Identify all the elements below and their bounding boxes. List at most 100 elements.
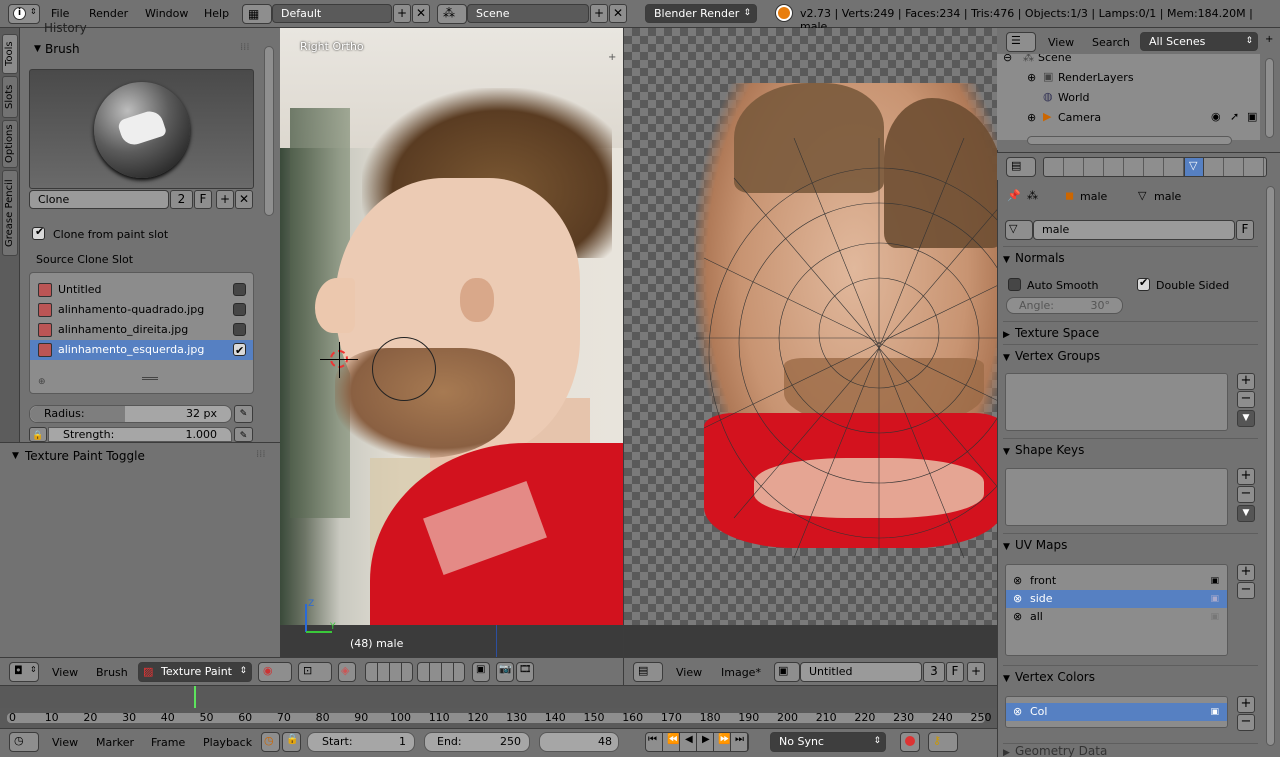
jump-start-icon[interactable]: ⏮ <box>648 734 657 745</box>
shape-keys-panel-header[interactable]: ▼ Shape Keys <box>1003 438 1258 460</box>
play-reverse-icon[interactable]: ◀ <box>685 734 693 745</box>
properties-scrollbar[interactable] <box>1266 186 1275 746</box>
uv-map-remove-button[interactable]: − <box>1237 582 1255 599</box>
pressure-radius-icon[interactable]: ✎ <box>234 405 253 423</box>
expand-icon[interactable]: ⊕ <box>1027 111 1036 124</box>
render-camera-icon[interactable]: ▣ <box>1247 110 1257 123</box>
outliner-filter-select[interactable]: All Scenes ⇕ <box>1140 32 1258 51</box>
scene-name-field[interactable]: Scene <box>467 4 589 23</box>
shape-key-menu-button[interactable]: ▼ <box>1237 505 1255 522</box>
auto-keying-button[interactable] <box>900 732 920 752</box>
lock-camera-button[interactable]: ▣ <box>472 662 490 682</box>
image-users-count[interactable]: 3 <box>923 662 945 682</box>
list-item-selected[interactable]: ⊗ side ▣ <box>1006 590 1227 608</box>
strength-slider[interactable]: Strength: 1.000 <box>48 427 232 442</box>
tree-item-scene[interactable]: Scene <box>1038 54 1072 64</box>
menu-brush[interactable]: Brush <box>96 666 128 679</box>
angle-slider[interactable]: Angle: 30° <box>1006 297 1123 314</box>
tab-tools[interactable]: Tools <box>2 34 18 74</box>
render-camera-icon[interactable]: ▣ <box>1210 572 1219 590</box>
list-item[interactable]: alinhamento-quadrado.jpg <box>30 300 253 320</box>
slot-checkbox[interactable] <box>233 303 246 316</box>
vertex-colors-panel-header[interactable]: ▼ Vertex Colors <box>1003 665 1258 687</box>
list-item[interactable]: Untitled <box>30 280 253 300</box>
render-opengl-button[interactable]: 📷 <box>496 662 514 682</box>
mode-select[interactable]: ▨ Texture Paint ⇕ <box>138 662 252 682</box>
play-icon[interactable]: ▶ <box>702 734 710 745</box>
slot-checkbox[interactable]: ✔ <box>233 343 246 357</box>
brush-users-count[interactable]: 2 <box>170 190 193 209</box>
jump-end-icon[interactable]: ⏭ <box>735 734 744 745</box>
sync-mode-select[interactable]: No Sync ⇕ <box>770 732 886 752</box>
texture-paint-toggle-header[interactable]: Texture Paint Toggle <box>25 449 145 463</box>
image-browse-button[interactable]: ▣ <box>774 662 800 682</box>
properties-context-tabs[interactable] <box>1043 157 1267 177</box>
shape-key-add-button[interactable]: + <box>1237 468 1255 485</box>
history-panel-header[interactable]: History <box>44 21 87 35</box>
image-add-button[interactable]: + <box>967 662 985 682</box>
texture-space-panel-header[interactable]: ▶ Texture Space <box>1003 321 1258 343</box>
geometry-data-panel-header[interactable]: ▶ Geometry Data <box>1003 743 1258 757</box>
brush-fake-user-button[interactable]: F <box>194 190 212 209</box>
eye-icon[interactable]: ◉ <box>1211 110 1221 123</box>
render-camera-icon[interactable]: ▣ <box>1210 703 1219 721</box>
tab-options[interactable]: Options <box>2 120 18 168</box>
brush-remove-button[interactable]: ✕ <box>235 190 253 209</box>
menu-view[interactable]: View <box>676 666 702 679</box>
radius-slider[interactable]: Radius: 32 px <box>29 405 232 423</box>
mesh-name-field[interactable]: male <box>1033 220 1235 240</box>
pin-icon[interactable]: 📌 <box>1007 189 1021 202</box>
menu-playback[interactable]: Playback <box>203 736 252 749</box>
uv-maps-panel-header[interactable]: ▼ UV Maps <box>1003 533 1258 555</box>
layout-name-field[interactable]: Default <box>272 4 392 23</box>
render-engine-select[interactable]: Blender Render ⇕ <box>645 4 757 23</box>
next-keyframe-icon[interactable]: ⏩ <box>718 734 730 745</box>
layer-buttons-a[interactable] <box>365 662 413 682</box>
menu-window[interactable]: Window <box>145 7 188 20</box>
vertex-group-add-button[interactable]: + <box>1237 373 1255 390</box>
uv-image-editor[interactable] <box>623 28 997 658</box>
tree-item-world[interactable]: World <box>1058 91 1090 104</box>
mesh-browse-button[interactable]: ▽ <box>1005 220 1033 240</box>
vertex-color-remove-button[interactable]: − <box>1237 714 1255 731</box>
clone-from-slot-checkbox[interactable]: ✔ <box>32 225 45 240</box>
brush-panel-header[interactable]: Brush <box>45 42 80 56</box>
list-item[interactable]: ⊗ all ▣ <box>1006 608 1227 626</box>
cursor-select-icon[interactable]: ➚ <box>1230 110 1239 123</box>
vertex-group-remove-button[interactable]: − <box>1237 391 1255 408</box>
plus-icon[interactable]: + <box>1265 34 1273 45</box>
menu-help[interactable]: Help <box>204 7 229 20</box>
scene-add-button[interactable]: + <box>590 4 608 23</box>
layer-buttons-b[interactable] <box>417 662 465 682</box>
timeline[interactable]: 0 10 20 30 40 50 60 70 80 90 100 110 120 130 140 150 160… <box>0 685 997 728</box>
pivot-point-button[interactable]: ⊡ <box>298 662 332 682</box>
menu-marker[interactable]: Marker <box>96 736 134 749</box>
editor-type-properties-button[interactable]: ▤ <box>1006 157 1036 177</box>
scene-browse-button[interactable]: ⁂ <box>437 4 467 24</box>
drag-handle-icon[interactable]: ⁞⁞⁞ <box>240 42 250 53</box>
slot-checkbox[interactable] <box>233 283 246 296</box>
lock-time-button[interactable]: 🔒 <box>282 732 301 752</box>
menu-search[interactable]: Search <box>1092 36 1130 49</box>
auto-smooth-checkbox[interactable] <box>1008 278 1021 291</box>
vertex-color-add-button[interactable]: + <box>1237 696 1255 713</box>
editor-type-image-button[interactable]: ▤ <box>633 662 663 682</box>
brush-add-button[interactable]: + <box>216 190 234 209</box>
mesh-fake-user-button[interactable]: F <box>1236 220 1254 240</box>
editor-type-timeline-button[interactable]: ◷ <box>9 732 39 752</box>
render-camera-icon[interactable]: ▣ <box>1210 590 1219 608</box>
tab-mesh-data-active[interactable]: ▽ <box>1184 157 1204 177</box>
list-filter-icon[interactable]: ⊕ <box>38 377 46 387</box>
viewport-shading-button[interactable]: ◉ <box>258 662 292 682</box>
layout-add-button[interactable]: + <box>393 4 411 23</box>
vertex-groups-list[interactable] <box>1005 373 1228 431</box>
expand-icon[interactable]: ⊖ <box>1003 54 1012 64</box>
menu-image[interactable]: Image* <box>721 666 761 679</box>
vertex-groups-panel-header[interactable]: ▼ Vertex Groups <box>1003 344 1258 366</box>
uv-map-add-button[interactable]: + <box>1237 564 1255 581</box>
lock-strength-icon[interactable]: 🔒 <box>29 427 47 442</box>
layout-remove-button[interactable]: ✕ <box>412 4 430 23</box>
start-frame-field[interactable]: Start: 1 <box>307 732 415 752</box>
current-frame-indicator[interactable] <box>194 686 196 708</box>
list-item-selected[interactable]: ⊗ Col ▣ <box>1006 703 1227 721</box>
